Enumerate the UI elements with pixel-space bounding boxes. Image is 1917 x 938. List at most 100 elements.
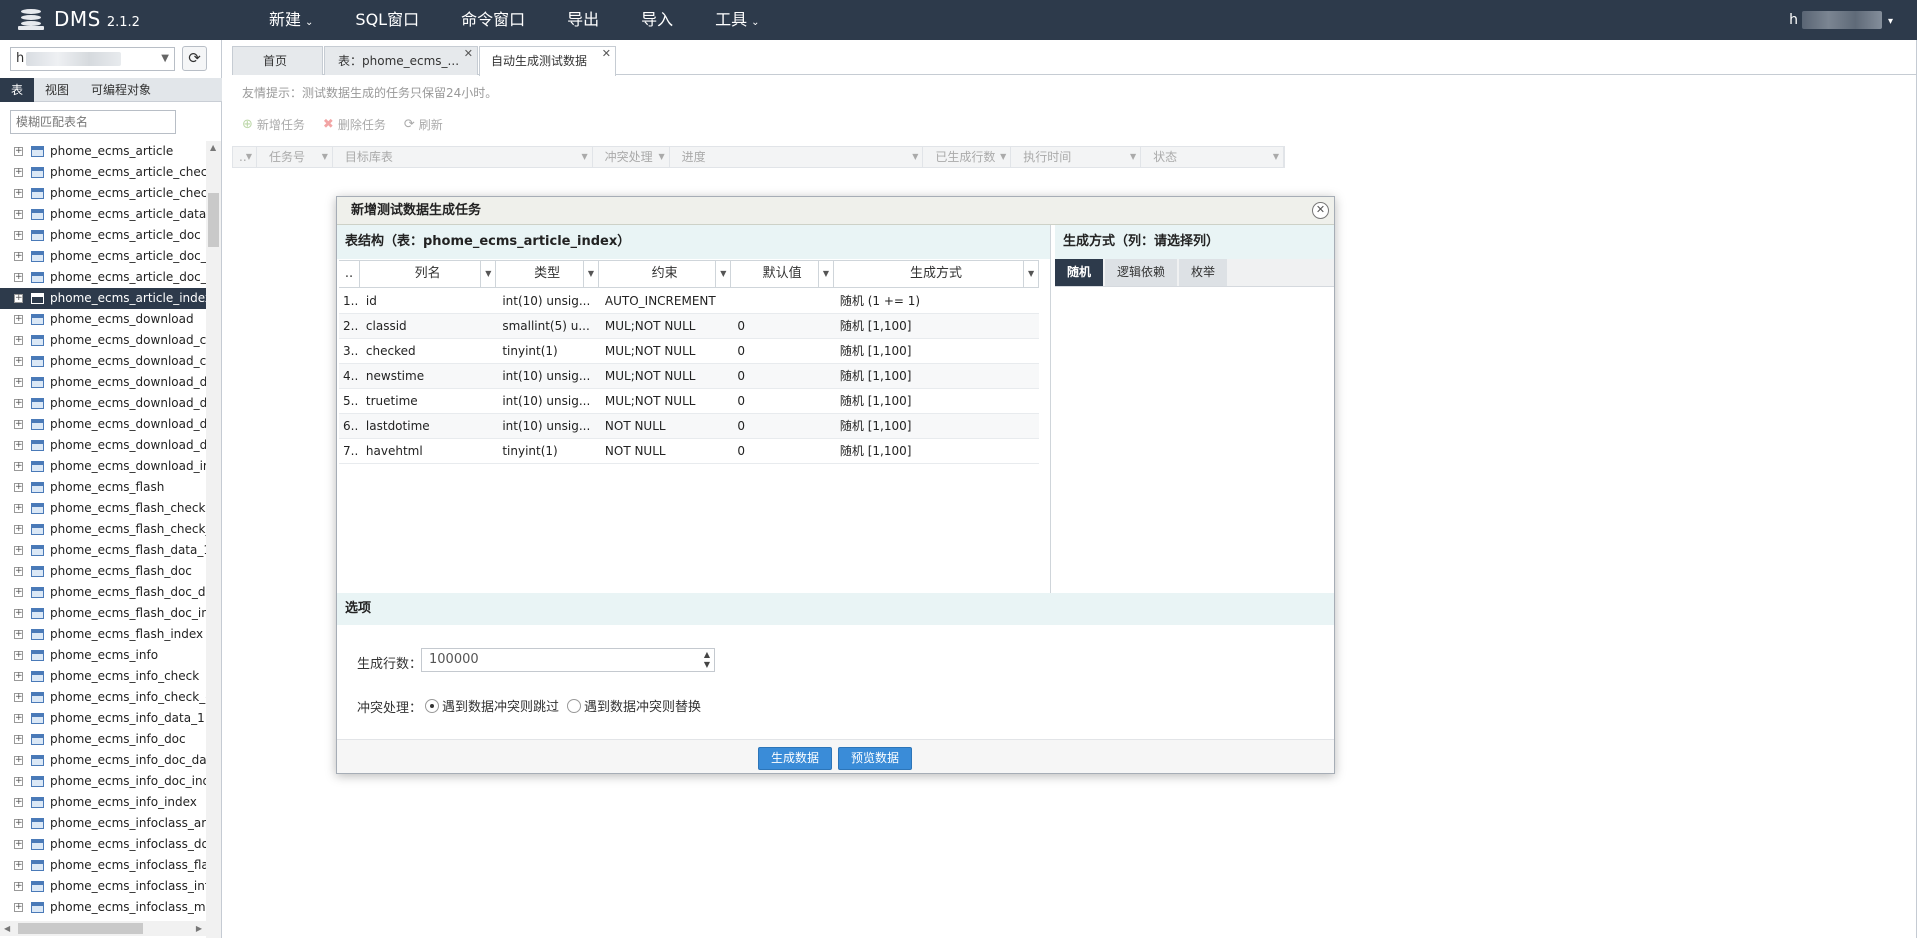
column-menu-icon[interactable]: ▼ [246, 147, 252, 167]
tree-horizontal-scrollbar[interactable]: ◀ ▶ [0, 921, 206, 936]
tree-item[interactable]: + phome_ecms_info [0, 645, 206, 666]
tree-item[interactable]: + phome_ecms_info_data_1 [0, 708, 206, 729]
sidebar-tab-1[interactable]: 视图 [34, 78, 80, 102]
scrollbar-thumb[interactable] [18, 923, 143, 934]
expand-icon[interactable]: + [14, 378, 23, 387]
close-icon[interactable]: ✕ [464, 39, 473, 68]
expand-icon[interactable]: + [14, 483, 23, 492]
expand-icon[interactable]: + [14, 252, 23, 261]
scroll-left-icon[interactable]: ◀ [4, 924, 10, 933]
tree-item[interactable]: + phome_ecms_download_ch [0, 330, 206, 351]
generation-tab-1[interactable]: 逻辑依赖 [1105, 259, 1178, 286]
table-row[interactable]: 1.. id int(10) unsig... AUTO_INCREMENT 随机 (1… [339, 289, 1039, 314]
tree-item[interactable]: + phome_ecms_article_doc_ir [0, 267, 206, 288]
tree-item[interactable]: + phome_ecms_infoclass_infc [0, 876, 206, 897]
expand-icon[interactable]: + [14, 441, 23, 450]
column-menu-icon[interactable]: ▼ [322, 147, 328, 167]
tree-vertical-scrollbar[interactable]: ▲ ▼ [206, 141, 221, 938]
generation-tab-0[interactable]: 随机 [1055, 259, 1104, 286]
tree-item[interactable]: + phome_ecms_flash_index [0, 624, 206, 645]
tree-item[interactable]: + phome_ecms_infoclass_flas [0, 855, 206, 876]
sidebar-tab-2[interactable]: 可编程对象 [80, 78, 162, 102]
table-row[interactable]: 5.. truetime int(10) unsig... MUL;NOT NULL 0… [339, 389, 1039, 414]
expand-icon[interactable]: + [14, 210, 23, 219]
menu-item-4[interactable]: 导入 [620, 0, 694, 40]
tree-item[interactable]: + phome_ecms_flash_doc_inc [0, 603, 206, 624]
expand-icon[interactable]: + [14, 294, 23, 303]
table-row[interactable]: 6.. lastdotime int(10) unsig... NOT NULL 0 随机… [339, 414, 1039, 439]
conflict-option-0[interactable]: 遇到数据冲突则跳过 [425, 696, 559, 715]
tree-item[interactable]: + phome_ecms_flash_doc [0, 561, 206, 582]
tree-item[interactable]: + phome_ecms_article_check [0, 183, 206, 204]
sidebar-tab-0[interactable]: 表 [0, 78, 35, 102]
expand-icon[interactable]: + [14, 882, 23, 891]
scrollbar-thumb[interactable] [208, 193, 219, 247]
column-menu-icon[interactable]: ▼ [582, 147, 588, 167]
tree-item[interactable]: + phome_ecms_flash_check [0, 498, 206, 519]
tree-item[interactable]: + phome_ecms_flash_check_c [0, 519, 206, 540]
menu-item-3[interactable]: 导出 [546, 0, 620, 40]
expand-icon[interactable]: + [14, 336, 23, 345]
structure-column-3[interactable]: 约束 ▼ [599, 261, 732, 287]
expand-icon[interactable]: + [14, 693, 23, 702]
tab-home[interactable]: 首页 [232, 46, 323, 75]
task-grid-column-2[interactable]: 目标库表 ▼ [333, 147, 593, 167]
structure-column-0[interactable]: .. [339, 261, 360, 287]
add-task-button[interactable]: ⊕ 新增任务 [242, 116, 305, 133]
task-grid-column-5[interactable]: 已生成行数 ▼ [923, 147, 1012, 167]
database-select[interactable]: h ▼ [10, 47, 175, 71]
expand-icon[interactable]: + [14, 840, 23, 849]
preview-data-button[interactable]: 预览数据 [838, 747, 913, 770]
column-menu-icon[interactable]: ▼ [715, 261, 730, 287]
expand-icon[interactable]: + [14, 756, 23, 765]
column-menu-icon[interactable]: ▼ [1273, 147, 1279, 167]
menu-item-5[interactable]: 工具 ⌄ [694, 0, 780, 40]
generate-data-button[interactable]: 生成数据 [758, 747, 833, 770]
expand-icon[interactable]: + [14, 735, 23, 744]
task-grid-column-3[interactable]: 冲突处理 ▼ [593, 147, 670, 167]
tree-item[interactable]: + phome_ecms_download_dc [0, 393, 206, 414]
tree-item[interactable]: + phome_ecms_info_check_d [0, 687, 206, 708]
tab-auto-generate[interactable]: 自动生成测试数据 ✕ [479, 46, 616, 76]
expand-icon[interactable]: + [14, 504, 23, 513]
tree-item[interactable]: + phome_ecms_article_doc [0, 225, 206, 246]
expand-icon[interactable]: + [14, 273, 23, 282]
expand-icon[interactable]: + [14, 399, 23, 408]
expand-icon[interactable]: + [14, 651, 23, 660]
generation-tab-2[interactable]: 枚举 [1179, 259, 1228, 286]
expand-icon[interactable]: + [14, 420, 23, 429]
user-menu[interactable]: h ▾ [1789, 0, 1893, 40]
scroll-up-icon[interactable]: ▲ [210, 143, 216, 152]
table-row[interactable]: 7.. havehtml tinyint(1) NOT NULL 0 随机 [1,100] [339, 439, 1039, 464]
column-menu-icon[interactable]: ▼ [582, 261, 598, 287]
expand-icon[interactable]: + [14, 777, 23, 786]
tree-item[interactable]: + phome_ecms_article_doc_d [0, 246, 206, 267]
tree-item[interactable]: + phome_ecms_article_data_1 [0, 204, 206, 225]
menu-item-0[interactable]: 新建 ⌄ [248, 0, 334, 40]
table-row[interactable]: 4.. newstime int(10) unsig... MUL;NOT NULL 0… [339, 364, 1039, 389]
column-menu-icon[interactable]: ▼ [1130, 147, 1136, 167]
tree-item[interactable]: + phome_ecms_info_index [0, 792, 206, 813]
expand-icon[interactable]: + [14, 588, 23, 597]
column-menu-icon[interactable]: ▼ [912, 147, 918, 167]
expand-icon[interactable]: + [14, 714, 23, 723]
tree-item[interactable]: + phome_ecms_flash_doc_da [0, 582, 206, 603]
expand-icon[interactable]: + [14, 462, 23, 471]
expand-icon[interactable]: + [14, 357, 23, 366]
table-row[interactable]: 2.. classid smallint(5) u... MUL;NOT NULL 0 随… [339, 314, 1039, 339]
tree-item[interactable]: + phome_ecms_info_check [0, 666, 206, 687]
structure-column-2[interactable]: 类型 ▼ [496, 261, 599, 287]
task-grid-column-1[interactable]: 任务号 ▼ [257, 147, 333, 167]
tree-item[interactable]: + phome_ecms_article [0, 141, 206, 162]
menu-item-2[interactable]: 命令窗口 [440, 0, 546, 40]
tree-item[interactable]: + phome_ecms_flash_data_1 [0, 540, 206, 561]
tab-table[interactable]: 表：phome_ecms_... ✕ [324, 46, 478, 75]
tree-item[interactable]: + phome_ecms_download_in [0, 456, 206, 477]
app-logo[interactable]: DMS 2.1.2 [18, 6, 140, 32]
tree-item[interactable]: + phome_ecms_download [0, 309, 206, 330]
structure-column-1[interactable]: 列名 ▼ [360, 261, 497, 287]
expand-icon[interactable]: + [14, 819, 23, 828]
refresh-button[interactable]: ⟳ 刷新 [404, 116, 443, 133]
expand-icon[interactable]: + [14, 567, 23, 576]
tree-item[interactable]: + phome_ecms_info_doc_ind [0, 771, 206, 792]
